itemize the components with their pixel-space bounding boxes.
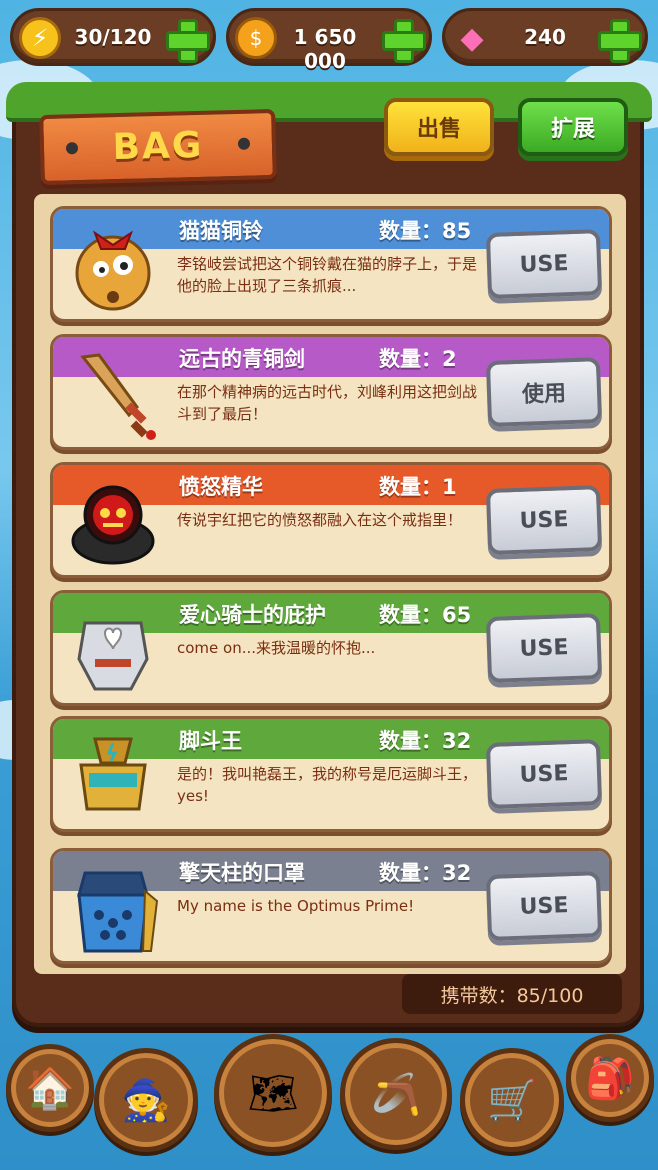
item-quantity: 数量：65 — [379, 603, 472, 627]
use-button[interactable]: USE — [485, 613, 603, 683]
use-button[interactable]: USE — [485, 871, 603, 941]
gem-value: 240 — [524, 25, 566, 49]
nav-shop-button[interactable]: 🛒 — [460, 1048, 564, 1152]
item-description: 在那个精神病的远古时代，刘峰利用这把剑战斗到了最后！ — [177, 383, 478, 423]
item-description: 李铭岐尝试把这个铜铃戴在猫的脖子上，于是他的脸上出现了三条抓痕... — [177, 255, 478, 295]
item-name: 愤怒精华 — [179, 475, 263, 499]
use-button[interactable]: USE — [485, 229, 603, 299]
gem-counter: ◆ 240 — [442, 8, 648, 66]
item-quantity: 数量：1 — [379, 475, 457, 499]
bag-title-sign: BAG — [39, 108, 277, 186]
item-quantity: 数量：32 — [379, 861, 472, 885]
item-description: My name is the Optimus Prime! — [177, 897, 415, 915]
item-name: 远古的青铜剑 — [179, 347, 305, 371]
slingshot-icon: 🪃 — [371, 1071, 421, 1118]
sell-button[interactable]: 出售 — [384, 98, 494, 156]
item-name: 爱心骑士的庇护 — [179, 603, 326, 627]
coin-value: 1 650 000 — [293, 25, 357, 73]
gem-icon: ◆ — [460, 20, 484, 56]
carry-count: 携带数：85/100 — [402, 974, 622, 1014]
expand-button[interactable]: 扩展 — [518, 98, 628, 156]
list-item: 远古的青铜剑 数量：2 在那个精神病的远古时代，刘峰利用这把剑战斗到了最后！ 使… — [50, 334, 612, 450]
cat-bell-icon — [61, 217, 165, 317]
nav-wizard-button[interactable]: 🧙 — [94, 1048, 198, 1152]
optimus-mask-icon — [61, 859, 165, 959]
bottom-nav: 🏠 🧙 🗺 🪃 🛒 🎒 — [0, 1034, 658, 1170]
energy-counter: ⚡ 30/120 — [10, 8, 216, 66]
item-name: 猫猫铜铃 — [179, 219, 263, 243]
use-button[interactable]: USE — [485, 485, 603, 555]
item-name: 脚斗王 — [179, 729, 242, 753]
item-quantity: 数量：32 — [379, 729, 472, 753]
use-button[interactable]: USE — [485, 739, 603, 809]
item-quantity: 数量：85 — [379, 219, 472, 243]
add-coins-button[interactable] — [379, 16, 426, 63]
nav-house-button[interactable]: 🏠 — [6, 1044, 94, 1132]
add-energy-button[interactable] — [163, 16, 210, 63]
nav-bag-button[interactable]: 🎒 — [566, 1034, 654, 1122]
list-item: 爱心骑士的庇护 数量：65 come on...来我温暖的怀抱... USE — [50, 590, 612, 706]
energy-value: 30/120 — [74, 25, 152, 49]
knight-armor-icon — [61, 601, 165, 701]
bronze-sword-icon — [61, 345, 165, 445]
nav-slingshot-button[interactable]: 🪃 — [340, 1038, 452, 1150]
nav-map-button[interactable]: 🗺 — [214, 1034, 332, 1152]
list-item: 愤怒精华 数量：1 传说宇红把它的愤怒都融入在这个戒指里！ USE — [50, 462, 612, 578]
lightning-icon: ⚡ — [19, 17, 61, 59]
shopping-cart-icon: 🛒 — [487, 1077, 537, 1124]
house-icon: 🏠 — [25, 1065, 75, 1112]
list-item: 擎天柱的口罩 数量：32 My name is the Optimus Prim… — [50, 848, 612, 964]
rage-ring-icon — [61, 473, 165, 573]
treasure-map-icon: 🗺 — [247, 1070, 299, 1117]
item-description: 是的！我叫艳磊王，我的称号是厄运脚斗王，yes! — [177, 765, 478, 805]
coin-counter: $ 1 650 000 — [226, 8, 432, 73]
item-description: come on...来我温暖的怀抱... — [177, 639, 376, 657]
wizard-hat-icon: 🧙 — [121, 1077, 171, 1124]
use-button[interactable]: 使用 — [485, 357, 603, 427]
coin-icon: $ — [235, 17, 277, 59]
add-gems-button[interactable] — [595, 16, 642, 63]
golden-armor-icon — [61, 727, 165, 827]
item-name: 擎天柱的口罩 — [179, 861, 305, 885]
item-description: 传说宇红把它的愤怒都融入在这个戒指里！ — [177, 511, 463, 529]
list-item: 脚斗王 数量：32 是的！我叫艳磊王，我的称号是厄运脚斗王，yes! USE — [50, 716, 612, 832]
backpack-icon: 🎒 — [585, 1055, 635, 1102]
item-quantity: 数量：2 — [379, 347, 457, 371]
list-item: 猫猫铜铃 数量：85 李铭岐尝试把这个铜铃戴在猫的脖子上，于是他的脸上出现了三条… — [50, 206, 612, 322]
bag-title: BAG — [112, 124, 204, 169]
